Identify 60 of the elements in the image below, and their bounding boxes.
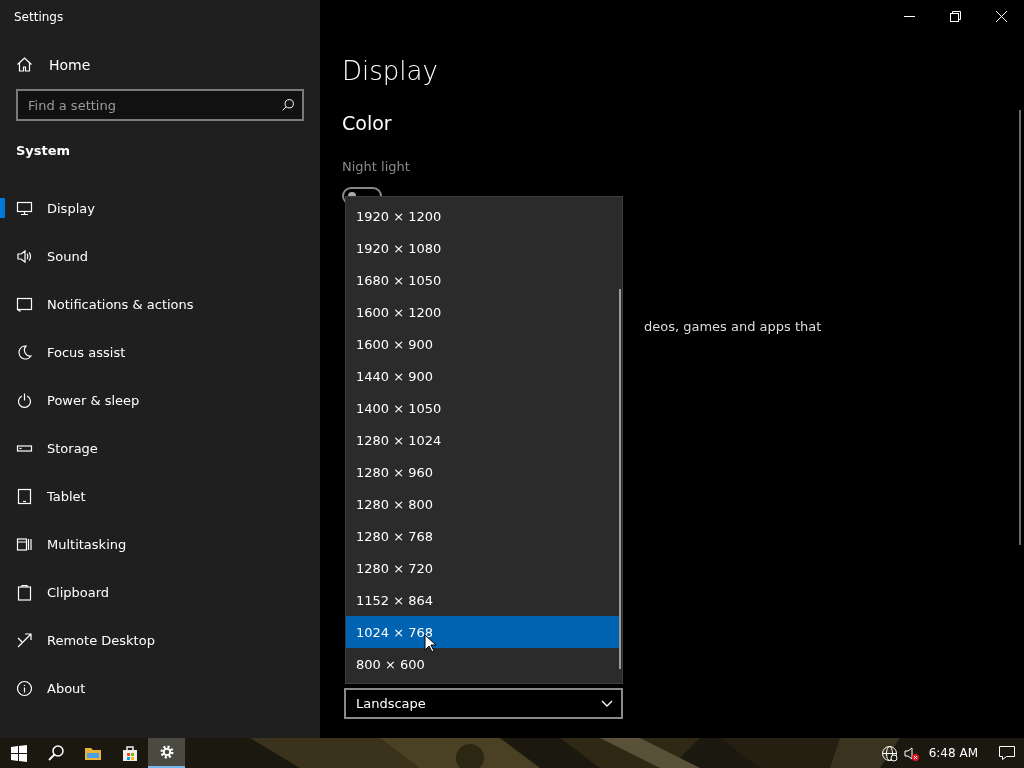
dropdown-option[interactable]: 1280 × 720 (346, 552, 620, 584)
dropdown-option[interactable]: 1600 × 1200 (346, 296, 620, 328)
windows-icon (16, 535, 33, 553)
section-heading: System (16, 143, 71, 158)
dropdown-option[interactable]: 1400 × 1050 (346, 392, 620, 424)
tablet-icon (16, 487, 33, 505)
arrow-icon (16, 631, 33, 649)
windows-logo-icon[interactable] (9, 744, 28, 762)
speaker-icon (16, 247, 33, 265)
search-icon[interactable] (46, 744, 65, 762)
message-icon[interactable] (998, 744, 1016, 762)
clipboard-icon (16, 583, 33, 601)
dropdown-option[interactable]: 1280 × 960 (346, 456, 620, 488)
moon-icon (16, 343, 33, 361)
window-title: Settings (13, 9, 64, 26)
info-icon (16, 679, 33, 697)
sidebar-item[interactable]: Display (0, 184, 320, 232)
dropdown-option[interactable]: 1600 × 900 (346, 328, 620, 360)
clock[interactable]: 6:48 AM (928, 746, 978, 760)
search-field[interactable]: Find a setting (16, 89, 304, 121)
sidebar-item[interactable]: Clipboard (0, 568, 320, 616)
home-link[interactable]: Home (16, 52, 91, 77)
dropdown-option[interactable]: 1024 × 768 (346, 616, 620, 648)
home-icon (16, 56, 33, 73)
sidebar-item[interactable]: Sound (0, 232, 320, 280)
sidebar-item[interactable]: Focus assist (0, 328, 320, 376)
section-heading: Color (342, 112, 392, 134)
setting-label: Night light (342, 159, 410, 174)
restore-icon[interactable] (949, 10, 961, 22)
dropdown-option[interactable]: 1152 × 864 (346, 584, 620, 616)
dropdown-option[interactable]: 1280 × 800 (346, 488, 620, 520)
sidebar-item[interactable]: Multitasking (0, 520, 320, 568)
orientation-dropdown[interactable]: Landscape (344, 688, 623, 719)
shopping-bag-icon[interactable] (120, 744, 139, 762)
taskbar-button[interactable] (148, 738, 185, 768)
sidebar-item[interactable]: Notifications & actions (0, 280, 320, 328)
sidebar-item[interactable]: Tablet (0, 472, 320, 520)
dropdown-option[interactable]: 800 × 600 (346, 648, 620, 680)
sidebar-item[interactable]: About (0, 664, 320, 712)
dropdown-option[interactable]: 1920 × 1080 (346, 232, 620, 264)
dropdown-option[interactable]: 1920 × 1200 (346, 200, 620, 232)
dropdown-option[interactable]: 1280 × 768 (346, 520, 620, 552)
sidebar-item[interactable]: Power & sleep (0, 376, 320, 424)
caret-icon (601, 699, 613, 708)
dropdown-option[interactable]: 1680 × 1050 (346, 264, 620, 296)
sidebar-item[interactable]: Storage (0, 424, 320, 472)
close-icon[interactable] (995, 10, 1007, 22)
scrollbar[interactable] (1019, 110, 1021, 545)
description-text: deos, games and apps that (644, 319, 822, 334)
power-icon (16, 391, 33, 409)
page-title: Display (342, 56, 438, 86)
sidebar-item[interactable]: Remote Desktop (0, 616, 320, 664)
globe-icon[interactable] (881, 744, 899, 762)
monitor-icon (16, 199, 33, 217)
search-icon (281, 98, 295, 112)
scrollbar[interactable] (619, 289, 621, 669)
dropdown-option[interactable]: 1440 × 900 (346, 360, 620, 392)
dropdown-option[interactable]: 1280 × 1024 (346, 424, 620, 456)
muted-speaker-icon[interactable] (903, 744, 921, 762)
message-icon (16, 295, 33, 313)
